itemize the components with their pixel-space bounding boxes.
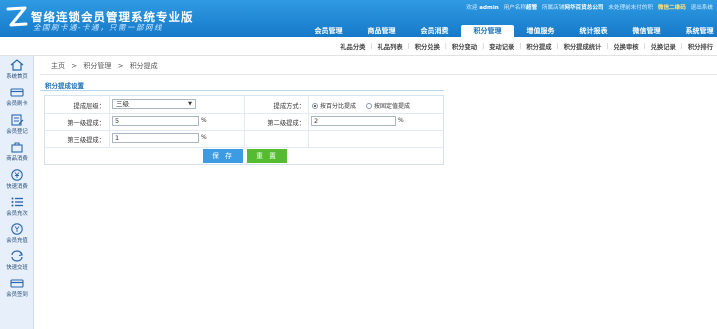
first-level-unit: % — [201, 117, 207, 124]
breadcrumb-points[interactable]: 积分管理 — [83, 62, 111, 70]
nav-consume[interactable]: 会员消费 — [408, 25, 461, 37]
subnav-points-commission[interactable]: 积分提成 — [526, 42, 551, 51]
message-link[interactable]: 未处理前未付的积 — [608, 5, 653, 11]
sidebar-item-handover[interactable]: 快速交班 — [0, 250, 34, 271]
mode-radio-fixed[interactable]: 按固定值提成 — [366, 101, 410, 110]
subnav-gift-category[interactable]: 礼品分类 — [340, 42, 365, 51]
user-name: 超管 — [525, 5, 538, 11]
sidebar-item-home[interactable]: 系统首页 — [0, 59, 34, 80]
second-level-input[interactable]: 2 — [311, 116, 396, 126]
list-icon — [11, 197, 23, 207]
sidebar-label: 商品消费 — [6, 156, 28, 162]
bag-icon — [11, 142, 23, 153]
reset-button[interactable]: 重 置 — [247, 149, 287, 163]
sidebar-item-recharge-times[interactable]: 会员充次 — [0, 196, 34, 217]
third-level-label: 第三级提成： — [67, 137, 105, 144]
top-info: 欢迎 admin 用户名称超管 所属店铺网华百货总公司 未处理前未付的积 微信二… — [463, 3, 713, 11]
user-name-label: 用户名称 — [503, 5, 526, 11]
mode-label: 提成方式： — [273, 103, 305, 110]
mode-radio-percent-label: 按百分比提成 — [320, 103, 357, 110]
nav-wechat[interactable]: 微信管理 — [620, 25, 673, 37]
subnav-points-ranking[interactable]: 积分排行 — [688, 42, 713, 51]
third-level-unit: % — [201, 134, 207, 141]
signin-icon — [10, 279, 24, 288]
subnav-commission-stats[interactable]: 积分提成统计 — [564, 42, 602, 51]
third-level-input[interactable]: 1 — [112, 133, 199, 143]
sidebar-item-signin[interactable]: 会员签到 — [0, 277, 34, 298]
first-level-input[interactable]: 5 — [112, 116, 199, 126]
second-level-unit: % — [398, 117, 404, 124]
app-subtitle: 全国刷卡通-卡通，只需一部网线 — [33, 23, 164, 32]
breadcrumb-home[interactable]: 主页 — [51, 62, 65, 70]
breadcrumb-sep: > — [117, 62, 124, 70]
col-divider — [109, 96, 110, 148]
sidebar-label: 系统首页 — [6, 74, 28, 80]
sidebar-item-quick-consume[interactable]: 快速消费 — [0, 169, 34, 190]
subnav-gift-list[interactable]: 礼品列表 — [377, 42, 402, 51]
store-label: 所属店铺 — [541, 5, 565, 11]
radio-checked-icon — [312, 103, 318, 109]
nav-goods[interactable]: 商品管理 — [355, 25, 408, 37]
subnav-exchange-review[interactable]: 兑换审核 — [613, 42, 638, 51]
sidebar-item-goods-consume[interactable]: 商品消费 — [0, 141, 34, 162]
mode-radio-percent[interactable]: 按百分比提成 — [312, 101, 356, 110]
sidebar-item-recharge[interactable]: 会员充值 — [0, 223, 34, 244]
second-level-label: 第二级提成： — [267, 120, 305, 127]
welcome-text: 欢迎 — [466, 5, 478, 11]
sidebar-label: 会员登记 — [6, 129, 28, 135]
breadcrumb: 主页 > 积分管理 > 积分提成 — [51, 61, 158, 71]
nav-system[interactable]: 系统管理 — [673, 25, 717, 37]
subnav-points-exchange[interactable]: 积分兑换 — [415, 42, 440, 51]
col-divider — [308, 96, 309, 148]
store-name: 网华百货总公司 — [564, 5, 604, 11]
subnav-points-change[interactable]: 积分变动 — [452, 42, 477, 51]
subnav-change-records[interactable]: 变动记录 — [489, 42, 514, 51]
current-user: admin — [479, 5, 499, 11]
level-select-value: 三级 — [116, 100, 129, 108]
level-select[interactable]: 三级 ▼ — [112, 99, 196, 109]
commission-form: 提成层级： 三级 ▼ 提成方式： 按百分比提成 按固定值提成 第一级提成： 5 … — [44, 95, 444, 165]
panel-divider — [40, 90, 444, 91]
sidebar: 系统首页 会员刷卡 会员登记 商品消费 快速消费 会员充次 会员充值 快速交班 … — [0, 56, 34, 329]
subnav-exchange-records[interactable]: 兑换记录 — [651, 42, 676, 51]
breadcrumb-sep: > — [71, 62, 78, 70]
refresh-icon — [11, 250, 23, 262]
sidebar-label: 会员充次 — [6, 211, 28, 217]
panel-title: 积分提成设置 — [45, 82, 84, 90]
nav-reports[interactable]: 统计报表 — [567, 25, 620, 37]
main-nav: 会员管理 商品管理 会员消费 积分管理 增值服务 统计报表 微信管理 系统管理 — [302, 25, 717, 37]
chevron-down-icon: ▼ — [188, 101, 192, 107]
breadcrumb-divider — [40, 74, 717, 75]
nav-valueadd[interactable]: 增值服务 — [514, 25, 567, 37]
sub-nav: 礼品分类 | 礼品列表 | 积分兑换 | 积分变动 | 变动记录 | 积分提成 | 积分提成… — [0, 37, 717, 56]
sidebar-item-register[interactable]: 会员登记 — [0, 114, 34, 135]
radio-unchecked-icon — [366, 103, 372, 109]
recharge-icon — [11, 223, 23, 235]
logo-icon — [6, 6, 28, 27]
register-icon — [11, 114, 24, 126]
sidebar-label: 快速交班 — [6, 265, 28, 271]
sidebar-label: 会员充值 — [6, 238, 28, 244]
sidebar-label: 会员签到 — [6, 292, 28, 298]
header-bar: 智络连锁会员管理系统专业版 全国刷卡通-卡通，只需一部网线 欢迎 admin 用… — [0, 0, 717, 37]
sidebar-label: 快速消费 — [6, 184, 28, 190]
wechat-qr-link[interactable]: 微信二维码 — [658, 5, 686, 11]
yen-icon — [11, 169, 23, 181]
save-button[interactable]: 保 存 — [203, 149, 243, 163]
sidebar-item-card-swipe[interactable]: 会员刷卡 — [0, 86, 34, 107]
level-label: 提成层级： — [73, 103, 105, 110]
nav-points[interactable]: 积分管理 — [461, 25, 514, 37]
first-level-label: 第一级提成： — [67, 120, 105, 127]
breadcrumb-current: 积分提成 — [129, 62, 158, 70]
logout-link[interactable]: 退出系统 — [691, 5, 713, 11]
nav-member[interactable]: 会员管理 — [302, 25, 355, 37]
card-swipe-icon — [10, 88, 24, 97]
sidebar-label: 会员刷卡 — [6, 101, 28, 107]
home-icon — [10, 59, 24, 71]
mode-radio-fixed-label: 按固定值提成 — [374, 103, 411, 110]
